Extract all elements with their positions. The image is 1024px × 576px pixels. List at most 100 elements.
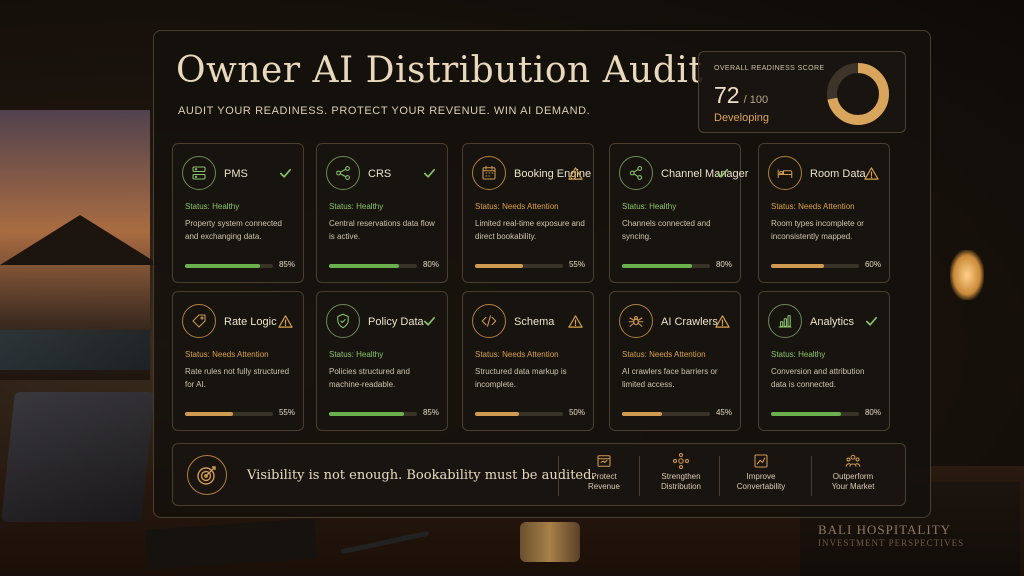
progress-percent: 85%	[422, 408, 439, 417]
progress-percent: 60%	[864, 260, 881, 269]
check-icon	[865, 316, 878, 326]
warning-icon	[568, 315, 583, 328]
progress-percent: 80%	[715, 260, 732, 269]
bed-icon	[768, 156, 802, 190]
score-max: / 100	[743, 94, 769, 106]
card-description: Room types incomplete or inconsistently …	[771, 219, 864, 241]
card-status: Status: Healthy	[771, 350, 826, 359]
card-title: Analytics	[810, 316, 855, 328]
card-status: Status: Needs Attention	[475, 350, 559, 359]
card-status: Status: Healthy	[329, 350, 384, 359]
convert-chart-icon	[754, 454, 768, 468]
book-title-text: BALI HOSPITALITY	[818, 522, 952, 537]
progress-bar	[771, 264, 859, 268]
background-cup	[520, 522, 580, 562]
share-nodes-icon	[619, 156, 653, 190]
progress-bar	[622, 412, 710, 416]
card-title: PMS	[224, 168, 248, 180]
card-title: Room Data	[810, 168, 866, 180]
price-tag-icon	[182, 304, 216, 338]
progress-percent: 50%	[568, 408, 585, 417]
check-icon	[423, 316, 436, 326]
progress-percent: 55%	[568, 260, 585, 269]
footer-message: Visibility is not enough. Bookability mu…	[247, 468, 596, 483]
check-icon	[423, 168, 436, 178]
score-status: Developing	[714, 112, 770, 124]
audit-card-rate-logic[interactable]: Rate Logic Status: Needs Attention Rate ru…	[172, 291, 304, 431]
progress-bar	[622, 264, 710, 268]
background-laptop	[1, 392, 155, 522]
audit-card-booking-engine[interactable]: Booking Engine Status: Needs Attention Lim…	[462, 143, 594, 283]
check-icon	[279, 168, 292, 178]
card-status: Status: Healthy	[329, 202, 384, 211]
card-status: Status: Needs Attention	[622, 350, 706, 359]
footer-action-line1: Protect	[591, 472, 617, 481]
footer-action-line2: Convertability	[736, 482, 786, 491]
target-icon	[187, 455, 227, 495]
warning-icon	[864, 167, 879, 180]
footer-action-line1: Strengthen	[661, 472, 701, 481]
progress-percent: 45%	[715, 408, 732, 417]
audit-card-analytics[interactable]: Analytics Status: Healthy Conversion and a…	[758, 291, 890, 431]
progress-bar-fill	[185, 412, 234, 416]
footer-action-improve[interactable]: Improve Convertability	[721, 452, 801, 498]
audit-card-channel-manager[interactable]: Channel Manager Status: Healthy Channels c…	[609, 143, 748, 283]
footer-action-line2: Revenue	[587, 482, 621, 491]
background-pool	[0, 330, 150, 370]
footer-action-line1: Outperform	[832, 472, 874, 481]
progress-bar	[475, 264, 563, 268]
progress-bar-fill	[622, 264, 693, 268]
audit-card-room-data[interactable]: Room Data Status: Needs Attention Room typ…	[758, 143, 890, 283]
score-donut-chart	[827, 63, 889, 125]
bar-chart-icon	[768, 304, 802, 338]
page-title: Owner AI Distribution Audit	[176, 50, 704, 91]
footer-divider	[719, 456, 720, 496]
card-description: Structured data markup is incomplete.	[475, 367, 567, 389]
footer-divider	[811, 456, 812, 496]
check-icon	[716, 168, 729, 178]
progress-bar	[185, 264, 273, 268]
card-title: AI Crawlers	[661, 316, 718, 328]
card-description: Policies structured and machine-readable…	[329, 367, 410, 389]
footer-action-outperform[interactable]: Outperform Your Market	[813, 452, 893, 498]
audit-card-ai-crawlers[interactable]: AI Crawlers Status: Needs Attention AI cra…	[609, 291, 741, 431]
audit-panel: Owner AI Distribution Audit AUDIT YOUR R…	[153, 30, 931, 518]
card-title: Schema	[514, 316, 555, 328]
card-status: Status: Needs Attention	[185, 350, 269, 359]
card-description: Conversion and attribution data is conne…	[771, 367, 865, 389]
background-lamp	[950, 250, 984, 300]
card-description: Central reservations data flow is active…	[329, 219, 435, 241]
progress-bar-fill	[771, 412, 842, 416]
audit-card-policy-data[interactable]: Policy Data Status: Healthy Policies struc…	[316, 291, 448, 431]
market-people-icon	[845, 454, 861, 467]
footer-divider	[558, 456, 559, 496]
footer-action-protect[interactable]: Protect Revenue	[564, 452, 644, 498]
server-icon	[182, 156, 216, 190]
audit-card-crs[interactable]: CRS Status: Healthy Central reservations d…	[316, 143, 448, 283]
progress-bar-fill	[622, 412, 662, 416]
background-roof	[0, 215, 160, 265]
network-nodes-icon	[326, 156, 360, 190]
audit-card-pms[interactable]: PMS Status: Healthy Property system connec…	[172, 143, 304, 283]
footer-action-strengthen[interactable]: Strengthen Distribution	[641, 452, 721, 498]
page-subtitle: AUDIT YOUR READINESS. PROTECT YOUR REVEN…	[178, 105, 591, 117]
card-status: Status: Needs Attention	[475, 202, 559, 211]
score-value-row: 72/ 100	[714, 82, 768, 109]
progress-bar	[329, 264, 417, 268]
progress-bar-fill	[329, 412, 404, 416]
progress-bar	[771, 412, 859, 416]
card-status: Status: Healthy	[622, 202, 677, 211]
progress-percent: 55%	[278, 408, 295, 417]
score-value: 72	[714, 82, 740, 108]
warning-icon	[715, 315, 730, 328]
card-title: Rate Logic	[224, 316, 277, 328]
code-icon	[472, 304, 506, 338]
card-status: Status: Needs Attention	[771, 202, 855, 211]
audit-card-schema[interactable]: Schema Status: Needs Attention Structured …	[462, 291, 594, 431]
progress-bar-fill	[475, 412, 519, 416]
card-title: CRS	[368, 168, 392, 180]
progress-bar	[475, 412, 563, 416]
card-description: AI crawlers face barriers or limited acc…	[622, 367, 718, 389]
progress-bar	[329, 412, 417, 416]
score-label: OVERALL READINESS SCORE	[714, 65, 825, 72]
